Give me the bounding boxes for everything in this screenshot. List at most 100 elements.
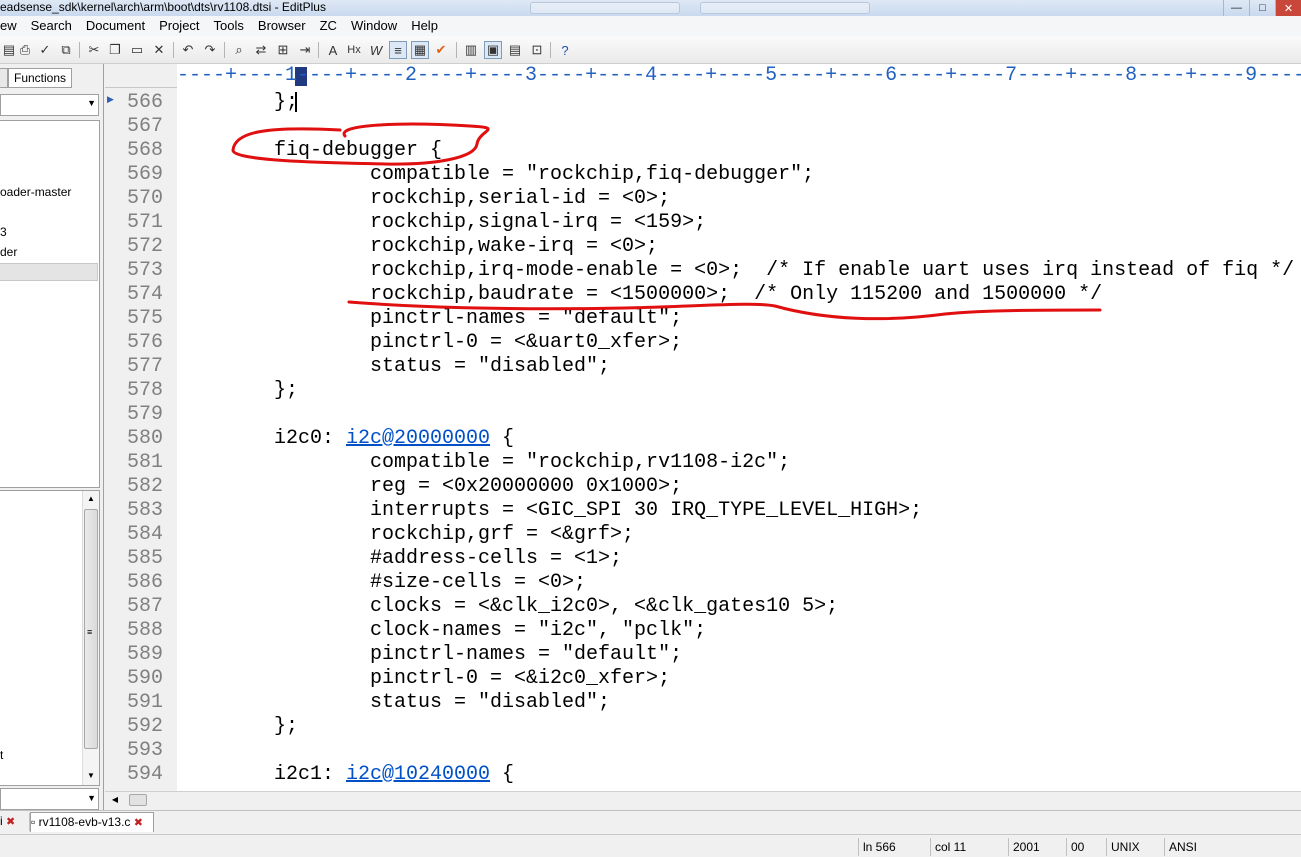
code-line[interactable]: clock-names = "i2c", "pclk";	[274, 619, 706, 643]
folder-item[interactable]: der	[0, 244, 17, 260]
help-icon[interactable]: ?	[556, 41, 574, 59]
code-line[interactable]: i2c1: i2c@10240000 {	[274, 763, 514, 787]
code-line[interactable]: rockchip,irq-mode-enable = <0>; /* If en…	[274, 259, 1294, 283]
find-in-files-icon[interactable]: ⊞	[274, 41, 292, 59]
code-line[interactable]: status = "disabled";	[274, 691, 610, 715]
file-list[interactable]: t ▲ ≡ ▼	[0, 490, 100, 786]
code-hyperlink[interactable]: i2c@20000000	[346, 427, 490, 450]
menu-tools[interactable]: Tools	[207, 17, 251, 35]
scroll-left-icon[interactable]: ◀	[107, 792, 123, 808]
print-preview-icon[interactable]: ⧉	[57, 41, 75, 59]
code-line[interactable]: };	[274, 379, 298, 403]
folder-item[interactable]: 3	[0, 224, 7, 240]
close-button[interactable]: ✕	[1275, 0, 1301, 16]
code-line[interactable]: compatible = "rockchip,fiq-debugger";	[274, 163, 814, 187]
code-line[interactable]: rockchip,grf = <&grf>;	[274, 523, 634, 547]
close-icon[interactable]: ✖	[134, 817, 143, 829]
scroll-up-icon[interactable]: ▲	[83, 491, 99, 507]
code-line[interactable]: reg = <0x20000000 0x1000>;	[274, 475, 682, 499]
scroll-grip-icon: ≡	[87, 627, 93, 637]
tab-directory[interactable]	[0, 68, 8, 88]
drive-select[interactable]: ▼	[0, 94, 99, 116]
redo-icon[interactable]: ↷	[201, 41, 219, 59]
font-icon[interactable]: A	[324, 41, 342, 59]
document-tab-active[interactable]: ▫ rv1108-evb-v13.c ✖	[30, 812, 154, 832]
replace-icon[interactable]: ⇄	[252, 41, 270, 59]
find-icon[interactable]: ⌕	[230, 41, 248, 59]
menu-browser[interactable]: Browser	[251, 17, 313, 35]
tab-functions[interactable]: Functions	[8, 68, 72, 88]
word-wrap-icon[interactable]: W	[367, 41, 385, 59]
delete-icon[interactable]: ✕	[150, 41, 168, 59]
folder-item[interactable]: oader-master	[0, 184, 71, 200]
output-window-icon[interactable]: ⊡	[528, 41, 546, 59]
menu-help[interactable]: Help	[404, 17, 445, 35]
menu-search[interactable]: Search	[24, 17, 79, 35]
toolbar-separator	[79, 42, 80, 58]
code-line[interactable]: rockchip,baudrate = <1500000>; /* Only 1…	[274, 283, 1102, 307]
code-line[interactable]: rockchip,signal-irq = <159>;	[274, 211, 706, 235]
code-line[interactable]: pinctrl-0 = <&uart0_xfer>;	[274, 331, 682, 355]
code-line[interactable]: status = "disabled";	[274, 355, 610, 379]
menu-project[interactable]: Project	[152, 17, 206, 35]
line-number: 592	[126, 715, 163, 738]
file-item[interactable]: t	[0, 747, 3, 763]
spellcheck-icon[interactable]: ✓	[36, 41, 54, 59]
close-icon[interactable]: ✖	[6, 816, 15, 828]
ruler-icon[interactable]: ▦	[411, 41, 429, 59]
check-icon[interactable]: ✔	[432, 41, 450, 59]
code-hyperlink[interactable]: i2c@10240000	[346, 763, 490, 786]
filter-select[interactable]: ▼	[0, 788, 99, 810]
code-line[interactable]: #size-cells = <0>;	[274, 571, 586, 595]
cut-icon[interactable]: ✂	[85, 41, 103, 59]
status-line-count: 2001	[1008, 838, 1064, 856]
code-line[interactable]: rockchip,wake-irq = <0>;	[274, 235, 658, 259]
code-line[interactable]: i2c0: i2c@20000000 {	[274, 427, 514, 451]
line-number: 581	[126, 451, 163, 474]
window-title: eadsense_sdk\kernel\arch\arm\boot\dts\rv…	[0, 0, 326, 14]
menu-zc[interactable]: ZC	[313, 17, 344, 35]
code-line[interactable]: clocks = <&clk_i2c0>, <&clk_gates10 5>;	[274, 595, 838, 619]
document-tab-label: i	[0, 814, 3, 828]
code-line[interactable]: rockchip,serial-id = <0>;	[274, 187, 670, 211]
scrollbar-thumb[interactable]	[129, 794, 147, 806]
window-list-icon[interactable]: ▥	[462, 41, 480, 59]
paste-icon[interactable]: ▭	[128, 41, 146, 59]
directory-panel: Functions ▼ oader-master 3 der t ▲ ≡ ▼ ▼	[0, 64, 104, 815]
code-line[interactable]: compatible = "rockchip,rv1108-i2c";	[274, 451, 790, 475]
minimize-button[interactable]: —	[1223, 0, 1249, 16]
menu-window[interactable]: Window	[344, 17, 404, 35]
line-number: 566	[126, 91, 163, 114]
copy-icon[interactable]: ❐	[106, 41, 124, 59]
maximize-button[interactable]: □	[1249, 0, 1275, 16]
code-line[interactable]: pinctrl-names = "default";	[274, 643, 682, 667]
directory-window-icon[interactable]: ▣	[484, 41, 502, 59]
hex-icon[interactable]: Hx	[345, 41, 363, 59]
print-icon[interactable]: ⎙	[16, 41, 34, 59]
code-line[interactable]: #address-cells = <1>;	[274, 547, 622, 571]
folder-tree[interactable]: oader-master 3 der	[0, 120, 100, 488]
title-bar: eadsense_sdk\kernel\arch\arm\boot\dts\rv…	[0, 0, 1301, 16]
status-eol: UNIX	[1106, 838, 1162, 856]
editor-pane[interactable]: ----+----1----+----2----+----3----+----4…	[105, 64, 1301, 791]
code-line[interactable]: pinctrl-0 = <&i2c0_xfer>;	[274, 667, 670, 691]
line-number: 585	[126, 547, 163, 570]
line-number: 573	[126, 259, 163, 282]
horizontal-scrollbar[interactable]: ◀	[105, 791, 1301, 808]
code-line[interactable]: };	[274, 715, 298, 739]
line-number-icon[interactable]: ≡	[389, 41, 407, 59]
cliptext-icon[interactable]: ▤	[506, 41, 524, 59]
code-line[interactable]: fiq-debugger {	[274, 139, 442, 163]
code-line[interactable]: pinctrl-names = "default";	[274, 307, 682, 331]
file-list-scrollbar[interactable]: ▲ ≡ ▼	[82, 491, 99, 785]
document-tab[interactable]: i ✖	[0, 813, 30, 831]
chevron-down-icon: ▼	[87, 98, 96, 108]
menu-view[interactable]: ew	[0, 17, 24, 35]
goto-icon[interactable]: ⇥	[296, 41, 314, 59]
menu-document[interactable]: Document	[79, 17, 152, 35]
code-line[interactable]: interrupts = <GIC_SPI 30 IRQ_TYPE_LEVEL_…	[274, 499, 922, 523]
code-label: i2c0:	[274, 427, 347, 450]
scroll-down-icon[interactable]: ▼	[83, 768, 99, 784]
line-number: 568	[126, 139, 163, 162]
undo-icon[interactable]: ↶	[179, 41, 197, 59]
